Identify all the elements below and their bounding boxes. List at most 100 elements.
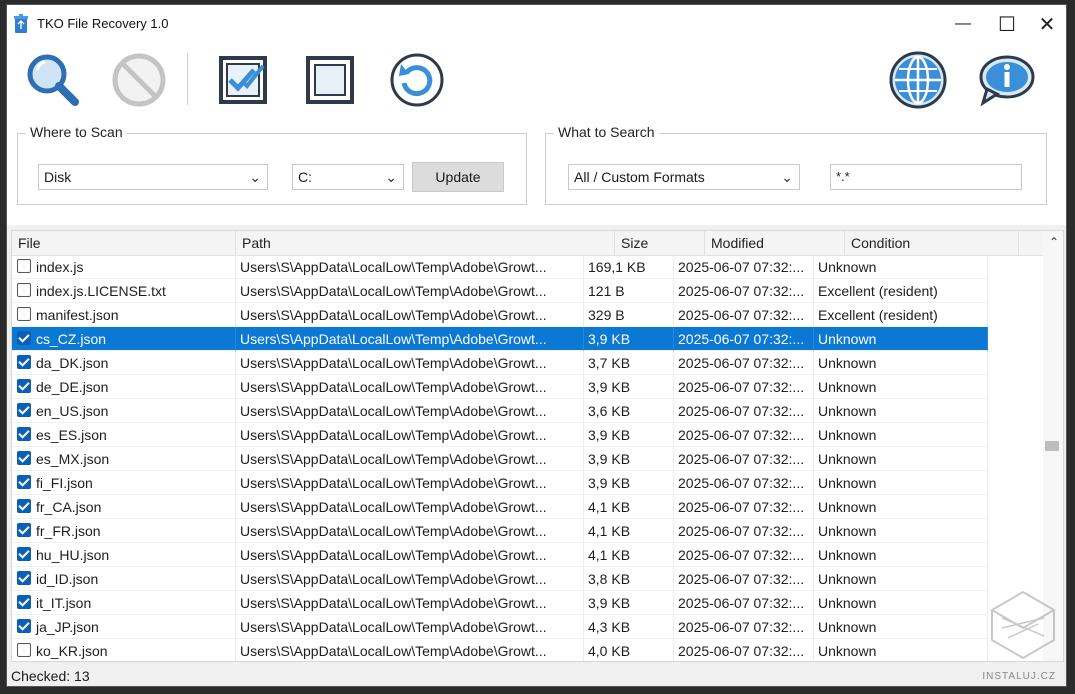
source-select[interactable]: Disk ⌄ bbox=[38, 164, 268, 190]
cell-path: Users\S\AppData\LocalLow\Temp\Adobe\Grow… bbox=[236, 591, 584, 615]
uncheck-all-icon bbox=[306, 56, 354, 104]
recycle-bin-icon bbox=[14, 14, 28, 33]
table-row[interactable]: index.js.LICENSE.txt Users\S\AppData\Loca… bbox=[12, 279, 1044, 303]
table-row[interactable]: es_MX.json Users\S\AppData\LocalLow\Temp\… bbox=[12, 447, 1044, 471]
cell-file: index.js.LICENSE.txt bbox=[12, 279, 236, 303]
drive-select[interactable]: C: ⌄ bbox=[292, 164, 404, 190]
row-checkbox[interactable] bbox=[17, 595, 31, 609]
info-icon bbox=[979, 55, 1035, 107]
path-text: Users\S\AppData\LocalLow\Temp\Adobe\Grow… bbox=[240, 499, 547, 515]
table-row[interactable]: manifest.json Users\S\AppData\LocalLow\Te… bbox=[12, 303, 1044, 327]
cell-condition: Unknown bbox=[814, 615, 988, 639]
check-all-button[interactable] bbox=[212, 49, 274, 111]
minimize-button[interactable]: — bbox=[943, 5, 983, 43]
scrollbar-thumb[interactable] bbox=[1045, 441, 1059, 451]
search-icon bbox=[27, 54, 79, 106]
format-select[interactable]: All / Custom Formats ⌄ bbox=[568, 164, 800, 190]
close-button[interactable]: ✕ bbox=[1027, 5, 1066, 43]
cell-size: 3,9 KB bbox=[584, 471, 674, 495]
chevron-up-icon[interactable]: ⌃ bbox=[1049, 235, 1059, 249]
file-text: hu_HU.json bbox=[36, 547, 110, 563]
condition-text: Unknown bbox=[818, 259, 877, 275]
condition-text: Unknown bbox=[818, 595, 877, 611]
table-row[interactable]: fr_FR.json Users\S\AppData\LocalLow\Temp\… bbox=[12, 519, 1044, 543]
row-checkbox[interactable] bbox=[17, 331, 31, 345]
row-checkbox[interactable] bbox=[17, 547, 31, 561]
cell-size: 3,9 KB bbox=[584, 327, 674, 351]
cell-path: Users\S\AppData\LocalLow\Temp\Adobe\Grow… bbox=[236, 543, 584, 567]
scan-button[interactable] bbox=[22, 49, 84, 111]
row-checkbox[interactable] bbox=[17, 523, 31, 537]
row-checkbox[interactable] bbox=[17, 283, 31, 297]
cell-path: Users\S\AppData\LocalLow\Temp\Adobe\Grow… bbox=[236, 495, 584, 519]
row-checkbox[interactable] bbox=[17, 355, 31, 369]
size-text: 4,3 KB bbox=[588, 619, 631, 635]
uncheck-all-button[interactable] bbox=[299, 49, 361, 111]
table-row[interactable]: de_DE.json Users\S\AppData\LocalLow\Temp\… bbox=[12, 375, 1044, 399]
modified-text: 2025-06-07 07:32:... bbox=[678, 547, 805, 563]
row-checkbox[interactable] bbox=[17, 475, 31, 489]
table-row[interactable]: ja_JP.json Users\S\AppData\LocalLow\Temp\… bbox=[12, 615, 1044, 639]
cell-size: 3,6 KB bbox=[584, 399, 674, 423]
row-checkbox[interactable] bbox=[17, 427, 31, 441]
cell-size: 4,1 KB bbox=[584, 495, 674, 519]
modified-text: 2025-06-07 07:32:... bbox=[678, 307, 805, 323]
row-checkbox[interactable] bbox=[17, 451, 31, 465]
chevron-down-icon: ⌄ bbox=[249, 169, 261, 185]
column-size[interactable]: Size bbox=[615, 231, 705, 255]
table-row[interactable]: es_ES.json Users\S\AppData\LocalLow\Temp\… bbox=[12, 423, 1044, 447]
table-row[interactable]: it_IT.json Users\S\AppData\LocalLow\Temp\… bbox=[12, 591, 1044, 615]
row-checkbox[interactable] bbox=[17, 259, 31, 273]
cell-modified: 2025-06-07 07:32:... bbox=[674, 615, 814, 639]
modified-text: 2025-06-07 07:32:... bbox=[678, 571, 805, 587]
row-checkbox[interactable] bbox=[17, 307, 31, 321]
cell-modified: 2025-06-07 07:32:... bbox=[674, 543, 814, 567]
table-row[interactable]: id_ID.json Users\S\AppData\LocalLow\Temp\… bbox=[12, 567, 1044, 591]
table-row[interactable]: hu_HU.json Users\S\AppData\LocalLow\Temp\… bbox=[12, 543, 1044, 567]
cell-modified: 2025-06-07 07:32:... bbox=[674, 495, 814, 519]
table-row[interactable]: da_DK.json Users\S\AppData\LocalLow\Temp\… bbox=[12, 351, 1044, 375]
modified-text: 2025-06-07 07:32:... bbox=[678, 499, 805, 515]
row-checkbox[interactable] bbox=[17, 571, 31, 585]
path-text: Users\S\AppData\LocalLow\Temp\Adobe\Grow… bbox=[240, 595, 547, 611]
row-checkbox[interactable] bbox=[17, 403, 31, 417]
cell-size: 3,9 KB bbox=[584, 423, 674, 447]
column-condition[interactable]: Condition bbox=[845, 231, 1019, 255]
cell-path: Users\S\AppData\LocalLow\Temp\Adobe\Grow… bbox=[236, 399, 584, 423]
chevron-down-icon: ⌄ bbox=[385, 169, 397, 185]
column-modified[interactable]: Modified bbox=[705, 231, 845, 255]
row-checkbox[interactable] bbox=[17, 643, 31, 657]
about-button[interactable] bbox=[975, 49, 1037, 111]
modified-text: 2025-06-07 07:32:... bbox=[678, 619, 805, 635]
row-checkbox[interactable] bbox=[17, 499, 31, 513]
file-text: it_IT.json bbox=[36, 595, 92, 611]
cell-condition: Unknown bbox=[814, 495, 988, 519]
row-checkbox[interactable] bbox=[17, 619, 31, 633]
update-button[interactable]: Update bbox=[412, 162, 504, 192]
drive-value: C: bbox=[298, 169, 312, 185]
refresh-button[interactable] bbox=[386, 49, 448, 111]
row-checkbox[interactable] bbox=[17, 379, 31, 393]
cell-size: 3,9 KB bbox=[584, 375, 674, 399]
column-file[interactable]: File bbox=[12, 231, 236, 255]
table-row[interactable]: ko_KR.json Users\S\AppData\LocalLow\Temp\… bbox=[12, 639, 1044, 661]
cell-condition: Unknown bbox=[814, 567, 988, 591]
table-row[interactable]: index.js Users\S\AppData\LocalLow\Temp\Ad… bbox=[12, 255, 1044, 279]
column-path[interactable]: Path bbox=[236, 231, 615, 255]
cell-path: Users\S\AppData\LocalLow\Temp\Adobe\Grow… bbox=[236, 471, 584, 495]
stop-button[interactable] bbox=[108, 49, 170, 111]
path-text: Users\S\AppData\LocalLow\Temp\Adobe\Grow… bbox=[240, 331, 547, 347]
file-mask-input[interactable]: *.* bbox=[830, 164, 1022, 190]
language-button[interactable] bbox=[887, 49, 949, 111]
path-text: Users\S\AppData\LocalLow\Temp\Adobe\Grow… bbox=[240, 475, 547, 491]
table-row[interactable]: en_US.json Users\S\AppData\LocalLow\Temp\… bbox=[12, 399, 1044, 423]
maximize-button[interactable]: ☐ bbox=[987, 5, 1027, 43]
condition-text: Unknown bbox=[818, 475, 877, 491]
table-row[interactable]: fi_FI.json Users\S\AppData\LocalLow\Temp\… bbox=[12, 471, 1044, 495]
table-row[interactable]: cs_CZ.json Users\S\AppData\LocalLow\Temp\… bbox=[12, 327, 1044, 351]
table-row[interactable]: fr_CA.json Users\S\AppData\LocalLow\Temp\… bbox=[12, 495, 1044, 519]
condition-text: Unknown bbox=[818, 427, 877, 443]
size-text: 3,7 KB bbox=[588, 355, 631, 371]
condition-text: Unknown bbox=[818, 355, 877, 371]
cell-size: 3,9 KB bbox=[584, 447, 674, 471]
